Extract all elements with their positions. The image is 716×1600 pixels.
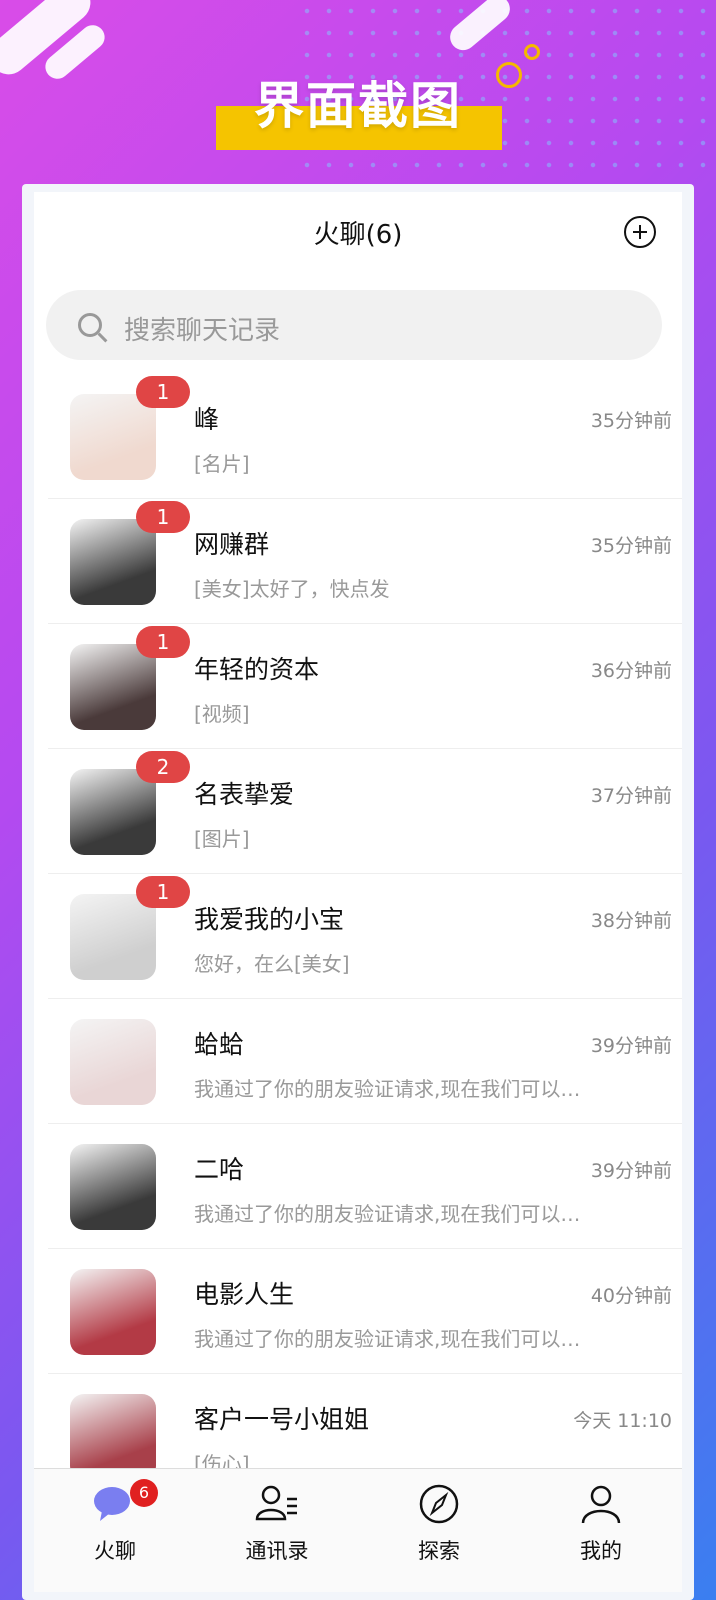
unread-badge: 1 (136, 376, 190, 408)
decorative-ring (524, 44, 540, 60)
phone-frame: 火聊(6) 搜索聊天记录 1 峰 35分钟前 [名片] 1 网赚群 35分钟前 [美女]太好了… (22, 184, 694, 1600)
chat-name: 蛤蛤 (194, 1030, 245, 1059)
chat-time: 40分钟前 (590, 1285, 672, 1307)
page-title: 火聊(6) (313, 220, 403, 250)
banner-title: 界面截图 (254, 77, 462, 135)
chat-time: 38分钟前 (590, 910, 672, 932)
chat-time: 35分钟前 (590, 410, 672, 432)
chat-preview: 我通过了你的朋友验证请求,现在我们可以… (194, 1327, 581, 1351)
chat-name: 年轻的资本 (194, 655, 320, 684)
chat-preview: [视频] (194, 702, 250, 726)
chat-time: 今天 11:10 (573, 1410, 672, 1432)
chat-time: 36分钟前 (590, 660, 672, 682)
chat-preview: [美女]太好了，快点发 (194, 577, 390, 601)
tab-contacts-label: 通讯录 (245, 1539, 309, 1563)
unread-badge: 1 (136, 626, 190, 658)
avatar[interactable] (70, 1019, 156, 1105)
search-placeholder: 搜索聊天记录 (124, 316, 281, 346)
chat-preview: 我通过了你的朋友验证请求,现在我们可以… (194, 1202, 581, 1226)
tab-chat-badge: 6 (130, 1479, 158, 1507)
avatar[interactable] (70, 894, 156, 980)
chat-row[interactable]: 1 峰 35分钟前 [名片] (48, 374, 682, 499)
chat-name: 客户一号小姐姐 (194, 1405, 370, 1434)
chat-time: 39分钟前 (590, 1160, 672, 1182)
chat-time: 37分钟前 (590, 785, 672, 807)
profile-icon (581, 1485, 621, 1524)
tab-profile-label: 我的 (580, 1539, 622, 1563)
chat-name: 网赚群 (194, 530, 270, 559)
unread-badge: 2 (136, 751, 190, 783)
chat-preview: 您好，在么[美女] (194, 952, 350, 976)
chat-preview: [图片] (194, 827, 250, 851)
chat-time: 39分钟前 (590, 1035, 672, 1057)
chat-row[interactable]: 1 我爱我的小宝 38分钟前您好，在么[美女] (48, 874, 682, 999)
tab-chat-label: 火聊 (94, 1539, 136, 1563)
chat-preview: 我通过了你的朋友验证请求,现在我们可以… (194, 1077, 581, 1101)
chat-row[interactable]: 1 网赚群 35分钟前 [美女]太好了，快点发 (48, 499, 682, 624)
bottom-tab-bar: 6 火聊 通讯录 探索 我的 (34, 1468, 682, 1592)
chat-preview: [名片] (194, 452, 250, 476)
chat-name: 我爱我的小宝 (194, 905, 345, 934)
chat-row[interactable]: 2 名表挚爱 37分钟前 [图片] (48, 749, 682, 874)
avatar[interactable] (70, 1144, 156, 1230)
chat-name: 二哈 (194, 1155, 245, 1184)
chat-list: 1 峰 35分钟前 [名片] 1 网赚群 35分钟前 [美女]太好了，快点发 1 年轻的资本 36分… (34, 374, 682, 1499)
avatar[interactable] (70, 644, 156, 730)
chat-name: 电影人生 (194, 1280, 295, 1309)
chat-name: 名表挚爱 (194, 780, 295, 809)
unread-badge: 1 (136, 501, 190, 533)
tab-explore[interactable]: 探索 (358, 1469, 520, 1592)
avatar[interactable] (70, 769, 156, 855)
tab-explore-label: 探索 (418, 1539, 460, 1563)
app-screen: 火聊(6) 搜索聊天记录 1 峰 35分钟前 [名片] 1 网赚群 35分钟前 [美女]太好了… (34, 192, 682, 1592)
tab-profile[interactable]: 我的 (520, 1469, 682, 1592)
chat-row[interactable]: 蛤蛤 39分钟前 我通过了你的朋友验证请求,现在我们可以… (48, 999, 682, 1124)
add-button[interactable] (624, 216, 656, 248)
avatar[interactable] (70, 394, 156, 480)
search-icon (78, 313, 102, 337)
chat-row[interactable]: 1 年轻的资本 36分钟前 [视频] (48, 624, 682, 749)
chat-row[interactable]: 二哈 39分钟前 我通过了你的朋友验证请求,现在我们可以… (48, 1124, 682, 1249)
chat-row[interactable]: 电影人生 40分钟前 我通过了你的朋友验证请求,现在我们可以… (48, 1249, 682, 1374)
avatar[interactable] (70, 1269, 156, 1355)
search-bar[interactable]: 搜索聊天记录 (46, 290, 662, 360)
chat-time: 35分钟前 (590, 535, 672, 557)
compass-icon (419, 1484, 459, 1524)
contacts-icon (255, 1485, 297, 1521)
chat-name: 峰 (194, 405, 220, 434)
tab-chat[interactable]: 6 火聊 (34, 1469, 196, 1592)
unread-badge: 1 (136, 876, 190, 908)
tab-contacts[interactable]: 通讯录 (196, 1469, 358, 1592)
top-bar: 火聊(6) (34, 192, 682, 270)
avatar[interactable] (70, 519, 156, 605)
